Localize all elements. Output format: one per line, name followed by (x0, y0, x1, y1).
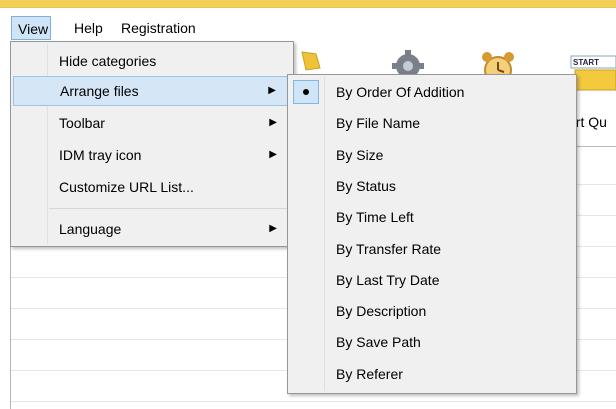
menu-view[interactable]: View (11, 16, 51, 40)
menu-item-label: By Referer (336, 365, 403, 382)
list-row-divider (11, 401, 616, 402)
menu-item-by-save-path[interactable]: By Save Path (290, 327, 574, 358)
radio-bullet-icon (303, 89, 309, 95)
menu-item-by-transfer-rate[interactable]: By Transfer Rate (290, 234, 574, 265)
submenu-arrow-icon: ▶ (268, 85, 276, 96)
menu-item-by-description[interactable]: By Description (290, 296, 574, 327)
menu-item-by-order-of-addition[interactable]: By Order Of Addition (290, 77, 574, 108)
menu-item-label: Arrange files (60, 83, 139, 99)
delete-completed-icon[interactable] (298, 48, 324, 74)
window-top-strip (0, 0, 616, 8)
menu-item-label: Language (59, 221, 122, 237)
menu-item-hide-categories[interactable]: Hide categories (13, 46, 291, 76)
menu-separator (49, 208, 289, 209)
view-menu-dropdown: Hide categories Arrange files ▶ Toolbar … (10, 41, 294, 247)
menu-item-label: By Description (336, 303, 427, 320)
menu-item-by-time-left[interactable]: By Time Left (290, 202, 574, 233)
menu-item-label: By Last Try Date (336, 271, 440, 288)
submenu-arrow-icon: ▶ (269, 149, 277, 160)
menu-item-customize-url-list[interactable]: Customize URL List... (13, 172, 291, 202)
radio-check-box (293, 80, 319, 104)
menu-item-label: Toolbar (59, 115, 105, 131)
menu-item-toolbar[interactable]: Toolbar ▶ (13, 108, 291, 138)
menu-item-label: By Size (336, 146, 384, 163)
submenu-arrow-icon: ▶ (269, 117, 277, 128)
menu-item-language[interactable]: Language ▶ (13, 214, 291, 244)
menu-item-label: By Transfer Rate (336, 240, 442, 257)
menu-item-label: By Status (336, 177, 396, 194)
menu-item-label: IDM tray icon (59, 147, 142, 163)
menu-item-by-size[interactable]: By Size (290, 140, 574, 171)
menu-item-label: Customize URL List... (59, 179, 194, 195)
menu-item-label: Hide categories (59, 53, 157, 69)
menu-registration[interactable]: Registration (115, 16, 202, 40)
arrange-files-submenu: By Order Of Addition By File Name By Siz… (287, 74, 577, 394)
menu-item-label: By Time Left (336, 209, 414, 226)
svg-text:START: START (573, 58, 599, 67)
menu-item-label: By Order Of Addition (336, 84, 465, 100)
menu-help[interactable]: Help (68, 16, 109, 40)
menubar: View Help Registration (0, 8, 616, 42)
menu-item-arrange-files[interactable]: Arrange files ▶ (13, 76, 291, 106)
submenu-arrow-icon: ▶ (269, 223, 277, 234)
menu-item-label: By Save Path (336, 334, 421, 351)
menu-item-by-file-name[interactable]: By File Name (290, 108, 574, 139)
menu-item-by-referer[interactable]: By Referer (290, 359, 574, 390)
menu-item-idm-tray-icon[interactable]: IDM tray icon ▶ (13, 140, 291, 170)
menu-item-by-last-try-date[interactable]: By Last Try Date (290, 265, 574, 296)
menu-item-label: By File Name (336, 115, 421, 132)
menu-item-by-status[interactable]: By Status (290, 171, 574, 202)
